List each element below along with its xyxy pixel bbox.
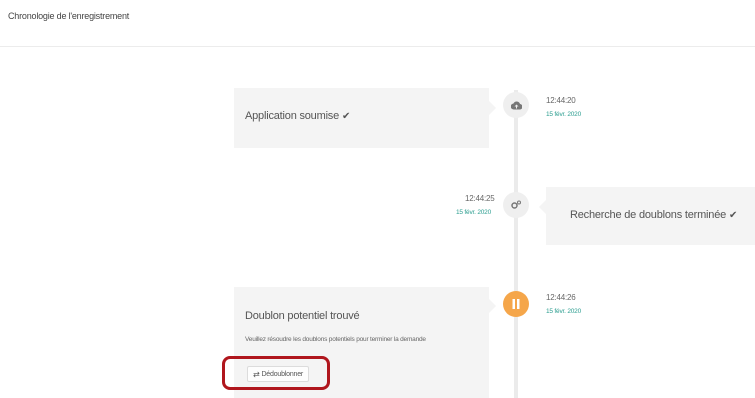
pause-icon <box>503 291 529 317</box>
event-title: Recherche de doublons terminée ✔ <box>570 209 738 221</box>
card-pointer <box>489 101 496 115</box>
event-date: 15 févr. 2020 <box>546 308 581 315</box>
title-divider <box>0 46 755 47</box>
swap-icon: ⇄ <box>252 369 260 379</box>
event-time: 12:44:25 <box>465 194 495 203</box>
deduplicate-button-label: Dédoublonner <box>261 370 304 378</box>
cloud-upload-icon <box>503 92 529 118</box>
event-title: Application soumise ✔ <box>245 110 351 122</box>
deduplicate-button[interactable]: ⇄ Dédoublonner <box>247 366 309 382</box>
event-date: 15 févr. 2020 <box>546 111 581 118</box>
card-pointer <box>489 299 496 313</box>
card-pointer <box>539 200 546 214</box>
event-title: Doublon potentiel trouvé <box>245 310 360 322</box>
timeline-line <box>514 90 518 398</box>
event-time: 12:44:20 <box>546 96 576 105</box>
event-description: Veuillez résoudre les doublons potentiel… <box>245 336 426 343</box>
check-icon: ✔ <box>342 111 351 122</box>
event-time: 12:44:26 <box>546 293 576 302</box>
check-icon: ✔ <box>729 210 738 221</box>
page-title: Chronologie de l'enregistrement <box>8 11 130 21</box>
gears-icon <box>503 192 529 218</box>
event-date: 15 févr. 2020 <box>456 209 491 216</box>
